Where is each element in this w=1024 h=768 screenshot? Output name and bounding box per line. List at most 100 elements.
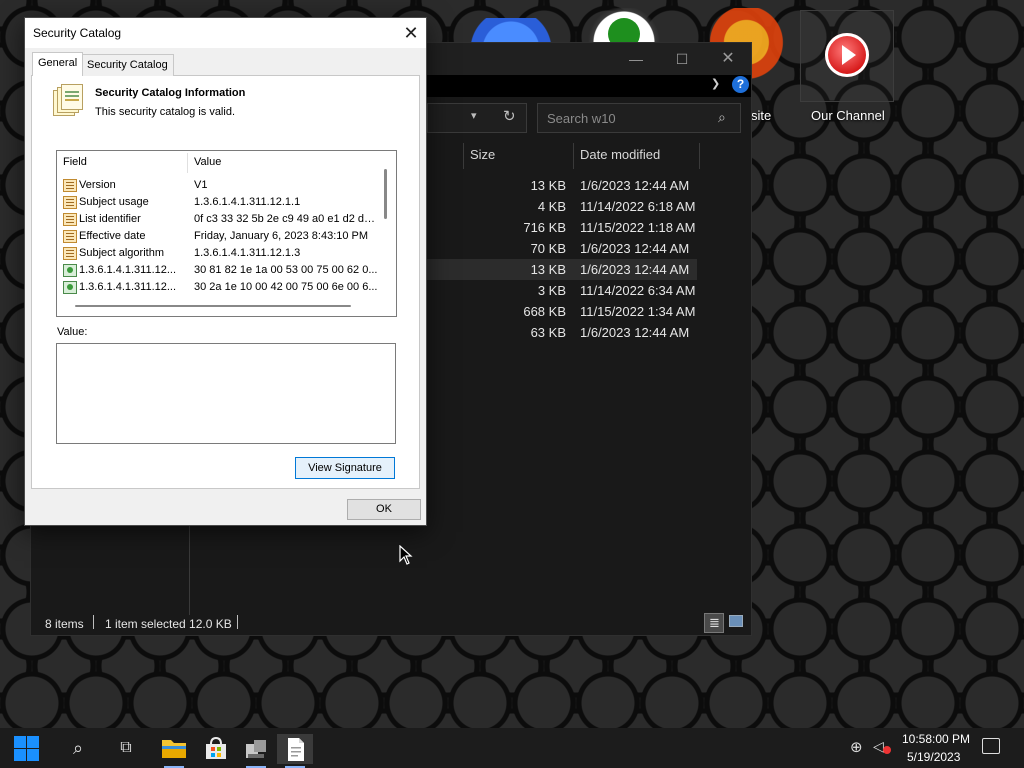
windows-logo-icon bbox=[14, 736, 26, 748]
help-icon[interactable]: ? bbox=[732, 76, 749, 93]
file-size: 668 KB bbox=[523, 304, 566, 319]
status-selection: 1 item selected 12.0 KB bbox=[105, 617, 232, 631]
property-icon bbox=[63, 213, 77, 226]
details-view-button[interactable] bbox=[704, 613, 724, 633]
field-value-list[interactable]: Field Value Version V1 Subject usage 1.3.6… bbox=[56, 150, 397, 317]
property-icon bbox=[63, 247, 77, 260]
desktop: { "desktop": { "icons": [ {"name": "blue… bbox=[0, 0, 1024, 768]
channel-play-icon[interactable] bbox=[825, 33, 869, 77]
file-row[interactable]: 3 KB 11/14/2022 6:34 AM bbox=[427, 280, 697, 301]
windows-logo-icon bbox=[27, 749, 39, 761]
desktop-icon-label-site: site bbox=[751, 108, 772, 123]
status-separator bbox=[237, 615, 238, 629]
status-item-count: 8 items bbox=[45, 617, 84, 631]
tab-security-catalog[interactable]: Security Catalog bbox=[81, 54, 174, 76]
row-value: Friday, January 6, 2023 8:43:10 PM bbox=[194, 230, 369, 242]
vertical-scrollbar[interactable] bbox=[384, 169, 387, 219]
file-date: 1/6/2023 12:44 AM bbox=[580, 325, 690, 340]
column-header-field[interactable]: Field bbox=[63, 156, 87, 168]
close-icon[interactable]: ✕ bbox=[397, 21, 425, 45]
file-row-selected[interactable]: 13 KB 1/6/2023 12:44 AM bbox=[427, 259, 697, 280]
file-date: 1/6/2023 12:44 AM bbox=[580, 178, 690, 193]
task-view-icon[interactable]: ⧉ bbox=[108, 734, 144, 764]
list-item[interactable]: Subject usage 1.3.6.1.4.1.311.12.1.1 bbox=[62, 194, 382, 211]
row-value: 30 2a 1e 10 00 42 00 75 00 6e 00 6... bbox=[194, 281, 378, 293]
row-field: Version bbox=[79, 179, 116, 191]
row-field: Effective date bbox=[79, 230, 146, 242]
status-bar: 8 items 1 item selected 12.0 KB bbox=[31, 611, 751, 635]
value-label: Value: bbox=[57, 326, 88, 338]
dialog-titlebar[interactable]: Security Catalog ✕ bbox=[25, 18, 426, 48]
clock-time[interactable]: 10:58:00 PM bbox=[902, 732, 970, 746]
file-row[interactable]: 63 KB 1/6/2023 12:44 AM bbox=[427, 322, 697, 343]
file-row[interactable]: 13 KB 1/6/2023 12:44 AM bbox=[427, 175, 697, 196]
store-icon[interactable] bbox=[198, 734, 234, 764]
file-date: 1/6/2023 12:44 AM bbox=[580, 262, 690, 277]
address-dropdown-icon[interactable]: ▾ bbox=[471, 109, 477, 122]
network-tool-icon[interactable] bbox=[238, 734, 274, 768]
file-row[interactable]: 668 KB 11/15/2022 1:34 AM bbox=[427, 301, 697, 322]
file-size: 716 KB bbox=[523, 220, 566, 235]
value-textbox[interactable] bbox=[56, 343, 396, 444]
file-row[interactable]: 70 KB 1/6/2023 12:44 AM bbox=[427, 238, 697, 259]
file-date: 11/15/2022 1:18 AM bbox=[580, 220, 696, 235]
minimize-button[interactable]: — bbox=[621, 49, 651, 69]
file-explorer-icon[interactable] bbox=[156, 734, 192, 768]
column-separator[interactable] bbox=[187, 153, 188, 173]
clock-date[interactable]: 5/19/2023 bbox=[907, 750, 960, 764]
list-item[interactable]: List identifier 0f c3 33 32 5b 2e c9 49 a… bbox=[62, 211, 382, 228]
file-date: 1/6/2023 12:44 AM bbox=[580, 241, 690, 256]
extension-icon bbox=[63, 281, 77, 294]
column-separator[interactable] bbox=[463, 143, 464, 169]
taskbar: ⌕ ⧉ bbox=[0, 728, 1024, 768]
column-separator[interactable] bbox=[699, 143, 700, 169]
list-item[interactable]: Effective date Friday, January 6, 2023 8:… bbox=[62, 228, 382, 245]
column-header-date-modified[interactable]: Date modified bbox=[580, 147, 660, 162]
row-field: Subject algorithm bbox=[79, 247, 164, 259]
list-item[interactable]: Version V1 bbox=[62, 177, 382, 194]
file-size: 13 KB bbox=[530, 262, 566, 277]
file-size: 70 KB bbox=[530, 241, 566, 256]
file-date: 11/15/2022 1:34 AM bbox=[580, 304, 696, 319]
close-button[interactable]: ✕ bbox=[713, 49, 743, 69]
property-icon bbox=[63, 179, 77, 192]
horizontal-scrollbar[interactable] bbox=[75, 305, 351, 307]
column-header-size[interactable]: Size bbox=[470, 147, 495, 162]
list-item[interactable]: 1.3.6.1.4.1.311.12... 30 81 82 1e 1a 00 5… bbox=[62, 262, 382, 279]
property-icon bbox=[63, 230, 77, 243]
list-item[interactable]: Subject algorithm 1.3.6.1.4.1.311.12.1.3 bbox=[62, 245, 382, 262]
maximize-button[interactable]: ☐ bbox=[667, 49, 697, 69]
file-size: 13 KB bbox=[530, 178, 566, 193]
search-icon[interactable]: ⌕ bbox=[60, 734, 96, 764]
row-value: V1 bbox=[194, 179, 208, 191]
start-button[interactable] bbox=[10, 734, 46, 764]
ok-button[interactable]: OK bbox=[347, 499, 421, 520]
file-row[interactable]: 4 KB 11/14/2022 6:18 AM bbox=[427, 196, 697, 217]
column-separator[interactable] bbox=[573, 143, 574, 169]
navigation-pane-divider[interactable] bbox=[189, 523, 190, 615]
notification-icon[interactable] bbox=[982, 738, 1000, 754]
security-catalog-icon bbox=[53, 84, 83, 116]
file-date: 11/14/2022 6:34 AM bbox=[580, 283, 696, 298]
row-value: 0f c3 33 32 5b 2e c9 49 a0 e1 d2 da ... bbox=[194, 213, 380, 225]
tab-general[interactable]: General bbox=[32, 52, 84, 76]
file-size: 63 KB bbox=[530, 325, 566, 340]
list-item[interactable]: 1.3.6.1.4.1.311.12... 30 2a 1e 10 00 42 0… bbox=[62, 279, 382, 296]
volume-icon[interactable]: ◁ bbox=[873, 738, 884, 755]
globe-icon[interactable]: ⊕ bbox=[850, 738, 863, 756]
search-icon[interactable]: ⌕ bbox=[718, 109, 726, 126]
view-signature-button[interactable]: View Signature bbox=[295, 457, 395, 479]
chevron-down-icon[interactable]: ❯ bbox=[711, 77, 720, 90]
file-size: 4 KB bbox=[537, 199, 566, 214]
large-icons-view-button[interactable] bbox=[729, 615, 743, 627]
row-value: 1.3.6.1.4.1.311.12.1.3 bbox=[194, 247, 301, 259]
windows-logo-icon bbox=[27, 736, 39, 748]
search-input[interactable]: Search w10 ⌕ bbox=[537, 103, 741, 133]
file-row[interactable]: 716 KB 11/15/2022 1:18 AM bbox=[427, 217, 697, 238]
mute-indicator-icon bbox=[883, 746, 891, 754]
info-subtitle: This security catalog is valid. bbox=[95, 106, 235, 118]
column-header-value[interactable]: Value bbox=[194, 156, 221, 168]
refresh-icon[interactable]: ↻ bbox=[503, 107, 516, 125]
row-field: List identifier bbox=[79, 213, 141, 225]
notepad-icon[interactable] bbox=[277, 734, 313, 768]
